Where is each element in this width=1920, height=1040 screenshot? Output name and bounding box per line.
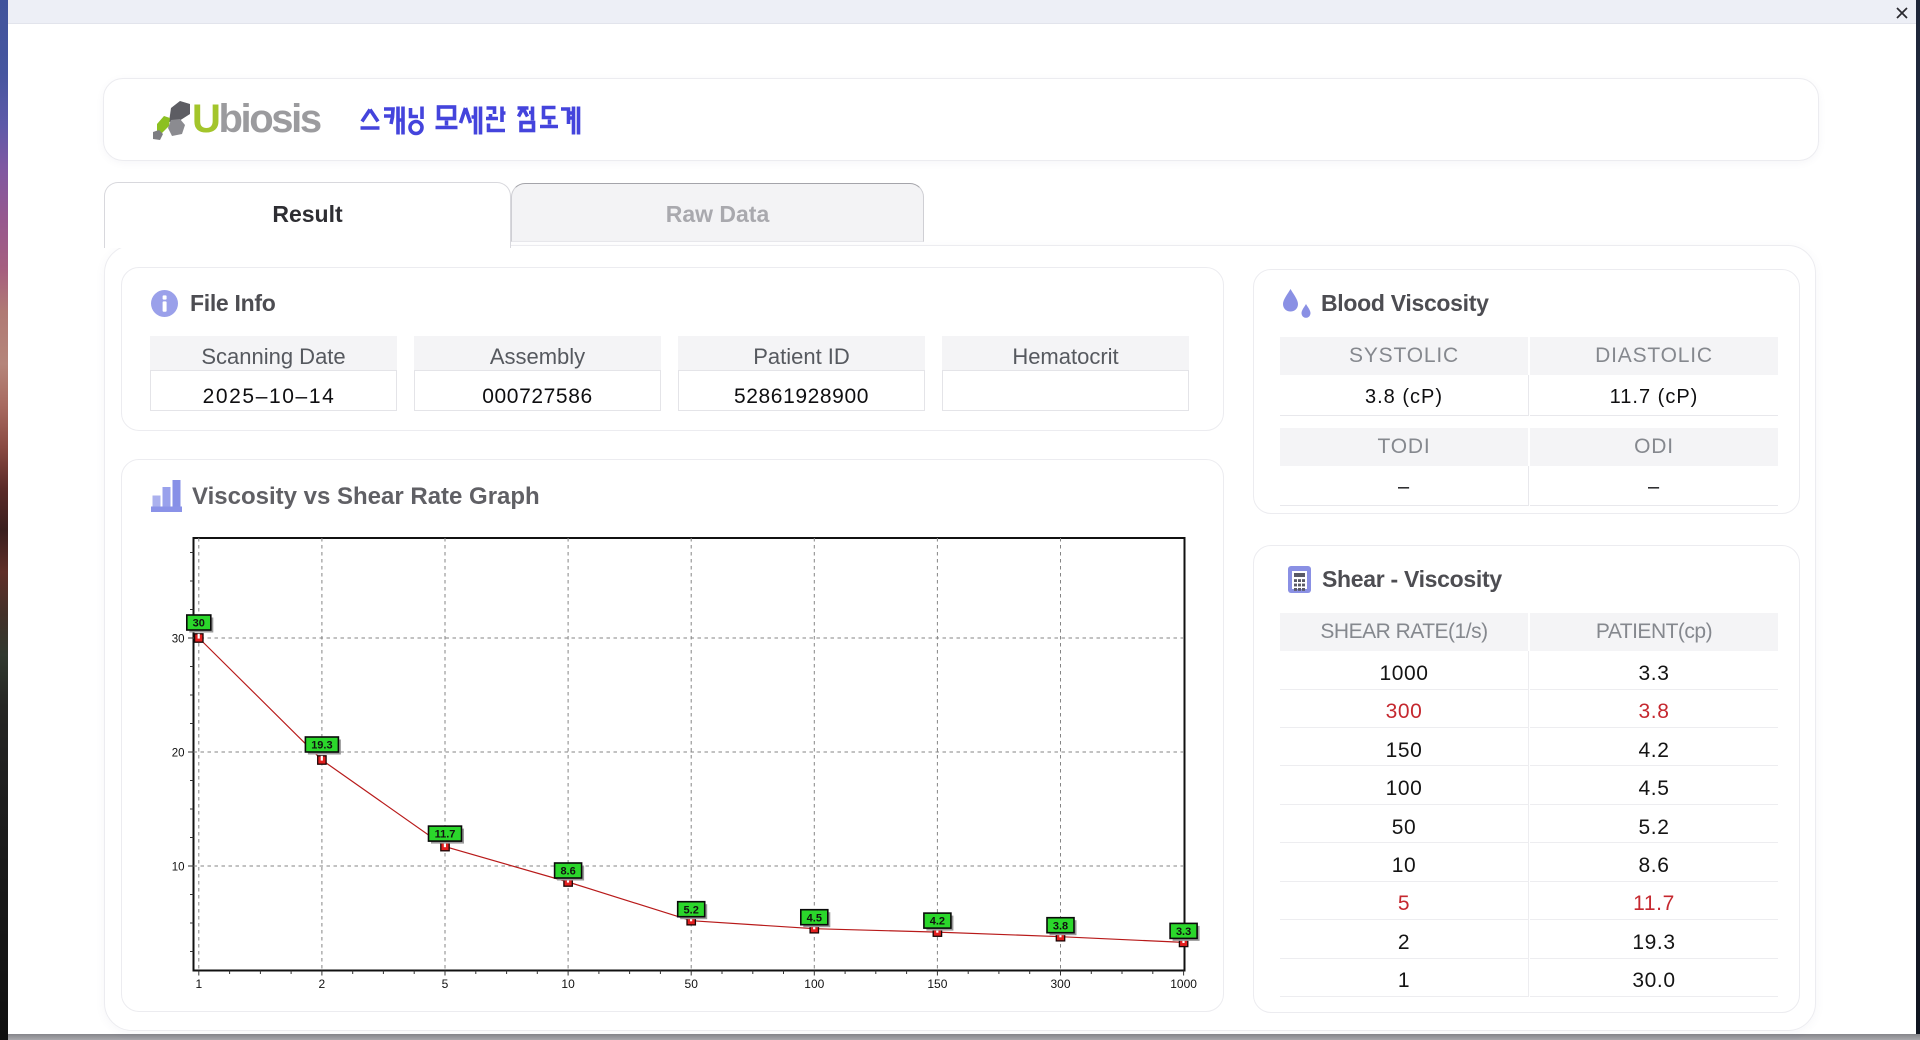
svg-text:5.2: 5.2 [683, 904, 698, 916]
svg-text:30: 30 [171, 634, 184, 646]
svg-text:11.7: 11.7 [434, 829, 455, 841]
svg-text:5: 5 [441, 977, 448, 991]
svg-text:4.2: 4.2 [929, 916, 944, 928]
svg-text:150: 150 [927, 977, 947, 991]
svg-text:20: 20 [171, 748, 184, 760]
svg-text:3.3: 3.3 [1175, 926, 1190, 938]
svg-text:10: 10 [561, 977, 575, 991]
svg-text:1000: 1000 [1170, 977, 1197, 991]
svg-text:100: 100 [804, 977, 824, 991]
svg-text:4.5: 4.5 [806, 912, 821, 924]
svg-text:1: 1 [195, 977, 202, 991]
svg-text:19.3: 19.3 [311, 740, 332, 752]
svg-text:10: 10 [171, 862, 184, 874]
svg-text:2: 2 [318, 977, 325, 991]
svg-text:3.8: 3.8 [1052, 920, 1067, 932]
svg-text:50: 50 [684, 977, 698, 991]
svg-text:300: 300 [1050, 977, 1070, 991]
svg-text:8.6: 8.6 [560, 866, 575, 878]
svg-text:30: 30 [192, 618, 204, 630]
